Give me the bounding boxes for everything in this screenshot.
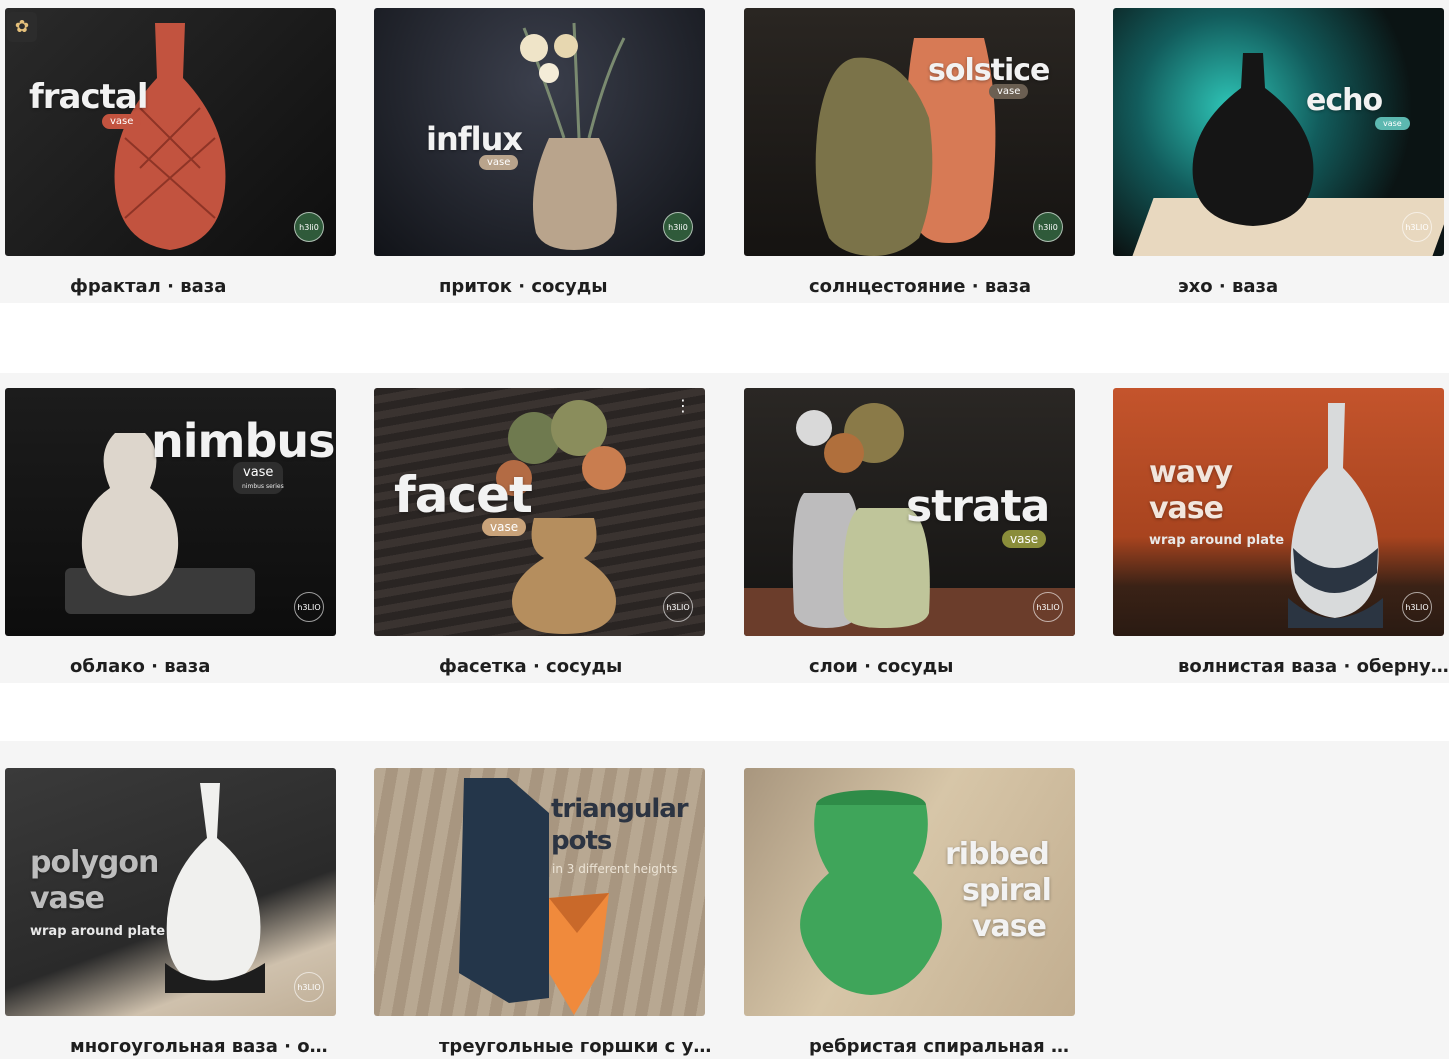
vase-illustration	[165, 783, 265, 993]
thumb-title: influx	[426, 120, 523, 158]
brand-logo: h3LIO	[1402, 212, 1432, 242]
card-thumbnail[interactable]: facet vase h3LIO ⋮	[374, 388, 705, 636]
vase-illustration	[520, 22, 626, 250]
thumb-title: strata	[906, 481, 1050, 532]
card-caption[interactable]: солнцестояние · ваза	[804, 266, 1091, 302]
card-thumbnail[interactable]: solstice vase h3li0	[744, 8, 1075, 256]
card-caption[interactable]: фрактал · ваза	[65, 266, 347, 302]
card-thumbnail[interactable]: triangular pots in 3 different heights	[374, 768, 705, 1016]
card-caption[interactable]: облако · ваза	[65, 646, 366, 682]
brand-logo: h3LIO	[294, 592, 324, 622]
card-thumbnail[interactable]: strata vase h3LIO	[744, 388, 1075, 636]
card-thumbnail[interactable]: polygon vase wrap around plate h3LIO	[5, 768, 336, 1016]
thumb-subtitle: wrap around plate	[1149, 533, 1285, 548]
thumb-title-line2: spiral	[962, 873, 1052, 908]
vase-illustration	[114, 23, 226, 250]
thumb-subtitle: wrap around plate	[30, 924, 166, 939]
thumb-pill: vase	[1002, 530, 1047, 548]
thumb-title-line2: pots	[551, 826, 612, 856]
thumb-pill-sub: nimbus series	[242, 483, 284, 490]
card-thumbnail[interactable]: fractal vase h3li0	[5, 8, 336, 256]
card-caption[interactable]: треугольные горшки с узором	[434, 1026, 719, 1059]
brand-logo: h3li0	[1033, 212, 1063, 242]
card-thumbnail[interactable]: nimbus vase nimbus series h3LIO	[5, 388, 336, 636]
thumb-title-line1: triangular	[551, 794, 689, 824]
thumb-title-line1: ribbed	[945, 837, 1050, 872]
thumb-title: fractal	[29, 77, 149, 117]
card-caption[interactable]: фасетка · сосуды	[434, 646, 740, 682]
card-thumbnail[interactable]: influx vase h3li0	[374, 8, 705, 256]
row-spacer	[0, 303, 1449, 373]
thumb-title-line2: vase	[1149, 491, 1224, 526]
thumb-pill: vase	[102, 114, 142, 129]
thumb-subtitle: in 3 different heights	[552, 862, 678, 876]
thumb-title-line3: vase	[972, 909, 1047, 944]
card-thumbnail[interactable]: ribbed spiral vase	[744, 768, 1075, 1016]
brand-logo: h3li0	[294, 212, 324, 242]
thumb-pill: vase	[989, 84, 1029, 99]
thumb-title: echo	[1306, 83, 1383, 118]
thumb-title-line1: polygon	[30, 845, 159, 880]
vase-illustration	[1288, 403, 1383, 628]
thumb-title: solstice	[928, 53, 1050, 88]
card-caption[interactable]: ребристая спиральная ваза	[804, 1026, 1074, 1059]
card-thumbnail[interactable]: echo vase h3LIO	[1113, 8, 1444, 256]
thumb-title: facet	[394, 466, 533, 524]
card-caption[interactable]: многоугольная ваза · обернутая вокруг та…	[65, 1026, 333, 1059]
award-badge-icon: ✿	[7, 12, 37, 42]
brand-logo: h3LIO	[294, 972, 324, 1002]
brand-logo: h3LIO	[663, 592, 693, 622]
row-spacer	[0, 683, 1449, 741]
card-caption[interactable]: слои · сосуды	[804, 646, 1099, 682]
card-caption[interactable]: приток · сосуды	[434, 266, 712, 302]
thumb-pill: vase	[482, 518, 527, 536]
brand-logo: h3LIO	[1402, 592, 1432, 622]
brand-logo: h3LIO	[1033, 592, 1063, 622]
card-caption[interactable]: эхо · ваза	[1173, 266, 1413, 302]
vase-illustration	[1192, 53, 1314, 226]
vase-illustration	[800, 790, 942, 995]
thumb-pill: vase	[479, 155, 519, 170]
thumb-title-line2: vase	[30, 881, 105, 916]
more-vertical-icon[interactable]: ⋮	[675, 398, 691, 414]
thumb-title: nimbus	[151, 414, 336, 468]
thumb-title-line1: wavy	[1149, 455, 1233, 490]
card-caption[interactable]: волнистая ваза · обернутая вокруг тарелк…	[1173, 646, 1449, 682]
card-thumbnail[interactable]: wavy vase wrap around plate h3LIO	[1113, 388, 1444, 636]
brand-logo: h3li0	[663, 212, 693, 242]
thumb-pill: vase	[1375, 117, 1410, 130]
